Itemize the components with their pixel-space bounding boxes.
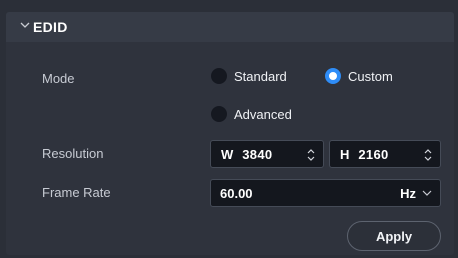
mode-label: Mode: [42, 71, 75, 86]
radio-standard[interactable]: [211, 68, 227, 84]
radio-label: Custom: [348, 68, 393, 84]
chevron-down-icon[interactable]: [422, 189, 432, 197]
mode-option-standard[interactable]: Standard: [211, 68, 287, 84]
height-value[interactable]: 2160: [358, 147, 388, 162]
chevron-down-icon[interactable]: [19, 19, 31, 31]
mode-option-advanced[interactable]: Advanced: [211, 106, 292, 122]
mode-option-custom[interactable]: Custom: [325, 68, 393, 84]
edid-panel: EDID Mode Standard Custom Advanced Resol…: [6, 12, 454, 255]
resolution-width-input[interactable]: W 3840: [210, 140, 324, 168]
frame-rate-unit: Hz: [400, 186, 416, 201]
frame-rate-value: 60.00: [220, 185, 253, 201]
resolution-label: Resolution: [42, 146, 104, 161]
section-title: EDID: [33, 19, 68, 35]
width-stepper-icon[interactable]: [307, 147, 315, 163]
width-value[interactable]: 3840: [242, 147, 272, 162]
radio-label: Advanced: [234, 106, 292, 122]
apply-button[interactable]: Apply: [347, 221, 441, 251]
width-prefix: W: [221, 146, 234, 162]
frame-rate-select[interactable]: 60.00 Hz: [210, 179, 441, 207]
height-stepper-icon[interactable]: [424, 147, 432, 163]
height-prefix: H: [340, 146, 350, 162]
radio-custom[interactable]: [325, 68, 341, 84]
radio-advanced[interactable]: [211, 106, 227, 122]
edid-section-header[interactable]: EDID: [6, 12, 454, 42]
frame-rate-label: Frame Rate: [42, 185, 111, 200]
resolution-height-input[interactable]: H 2160: [329, 140, 441, 168]
radio-label: Standard: [234, 68, 287, 84]
